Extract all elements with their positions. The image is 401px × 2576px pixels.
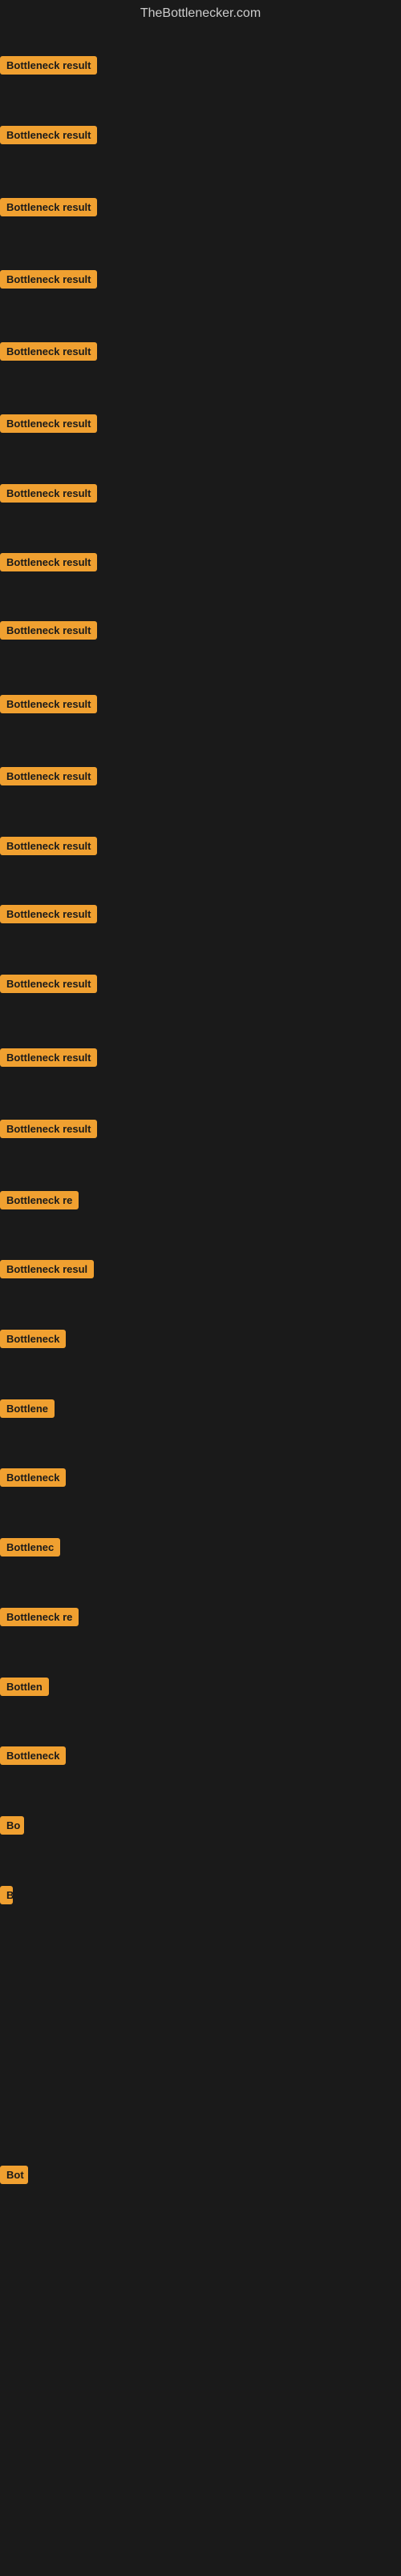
bottleneck-badge: Bottlene bbox=[0, 1399, 55, 1418]
bottleneck-badge: Bottleneck resul bbox=[0, 1260, 94, 1278]
bottleneck-badge: Bottleneck re bbox=[0, 1608, 79, 1626]
bottleneck-result-item: Bottlene bbox=[0, 1399, 55, 1422]
bottleneck-result-item: B bbox=[0, 1886, 13, 1908]
bottleneck-badge: Bottleneck result bbox=[0, 905, 97, 923]
bottleneck-result-item: Bottleneck result bbox=[0, 837, 97, 859]
bottleneck-result-item: Bottleneck result bbox=[0, 126, 97, 148]
bottleneck-badge: Bottleneck result bbox=[0, 1048, 97, 1067]
bottleneck-badge: Bottleneck result bbox=[0, 414, 97, 433]
bottleneck-badge: Bottleneck result bbox=[0, 484, 97, 503]
bottleneck-badge: Bottleneck re bbox=[0, 1191, 79, 1209]
bottleneck-result-item: Bottleneck result bbox=[0, 905, 97, 927]
bottleneck-result-item: Bottleneck bbox=[0, 1746, 66, 1769]
bottleneck-result-item: Bottleneck result bbox=[0, 342, 97, 365]
site-title: TheBottlenecker.com bbox=[0, 0, 401, 27]
bottleneck-result-item: Bottleneck result bbox=[0, 695, 97, 717]
bottleneck-badge: Bottleneck result bbox=[0, 198, 97, 216]
bottleneck-badge: Bot bbox=[0, 2166, 28, 2184]
bottleneck-badge: Bottleneck result bbox=[0, 975, 97, 993]
bottleneck-result-item: Bottleneck re bbox=[0, 1608, 79, 1630]
bottleneck-result-item: Bottleneck bbox=[0, 1330, 66, 1352]
bottleneck-badge: Bottlenec bbox=[0, 1538, 60, 1557]
bottleneck-result-item: Bo bbox=[0, 1816, 24, 1839]
bottleneck-badge: Bottleneck result bbox=[0, 342, 97, 361]
bottleneck-badge: Bottleneck bbox=[0, 1746, 66, 1765]
bottleneck-badge: Bottlen bbox=[0, 1678, 49, 1696]
bottleneck-badge: Bottleneck result bbox=[0, 621, 97, 640]
bottleneck-result-item: Bottleneck result bbox=[0, 484, 97, 507]
bottleneck-badge: Bottleneck result bbox=[0, 270, 97, 289]
bottleneck-badge: Bottleneck result bbox=[0, 1120, 97, 1138]
bottleneck-badge: Bottleneck result bbox=[0, 695, 97, 713]
bottleneck-badge: Bo bbox=[0, 1816, 24, 1835]
bottleneck-badge: Bottleneck result bbox=[0, 767, 97, 785]
bottleneck-badge: Bottleneck result bbox=[0, 56, 97, 75]
bottleneck-result-item: Bottleneck result bbox=[0, 270, 97, 293]
bottleneck-result-item: Bottleneck bbox=[0, 1468, 66, 1491]
bottleneck-result-item: Bottleneck result bbox=[0, 1120, 97, 1142]
bottleneck-result-item: Bottleneck result bbox=[0, 553, 97, 575]
bottleneck-result-item: Bottleneck result bbox=[0, 975, 97, 997]
bottleneck-badge: Bottleneck bbox=[0, 1330, 66, 1348]
bottleneck-result-item: Bottleneck result bbox=[0, 414, 97, 437]
bottleneck-result-item: Bottlenec bbox=[0, 1538, 60, 1561]
bottleneck-badge: Bottleneck result bbox=[0, 837, 97, 855]
bottleneck-result-item: Bottleneck result bbox=[0, 1048, 97, 1071]
bottleneck-badge: B bbox=[0, 1886, 13, 1904]
bottleneck-badge: Bottleneck result bbox=[0, 553, 97, 571]
bottleneck-result-item: Bottleneck result bbox=[0, 621, 97, 644]
bottleneck-result-item: Bottlen bbox=[0, 1678, 49, 1700]
bottleneck-result-item: Bottleneck result bbox=[0, 198, 97, 220]
bottleneck-result-item: Bottleneck result bbox=[0, 56, 97, 79]
bottleneck-badge: Bottleneck bbox=[0, 1468, 66, 1487]
bottleneck-result-item: Bottleneck re bbox=[0, 1191, 79, 1213]
bottleneck-badge: Bottleneck result bbox=[0, 126, 97, 144]
bottleneck-result-item: Bottleneck result bbox=[0, 767, 97, 789]
bottleneck-result-item: Bot bbox=[0, 2166, 28, 2188]
bottleneck-result-item: Bottleneck resul bbox=[0, 1260, 94, 1282]
